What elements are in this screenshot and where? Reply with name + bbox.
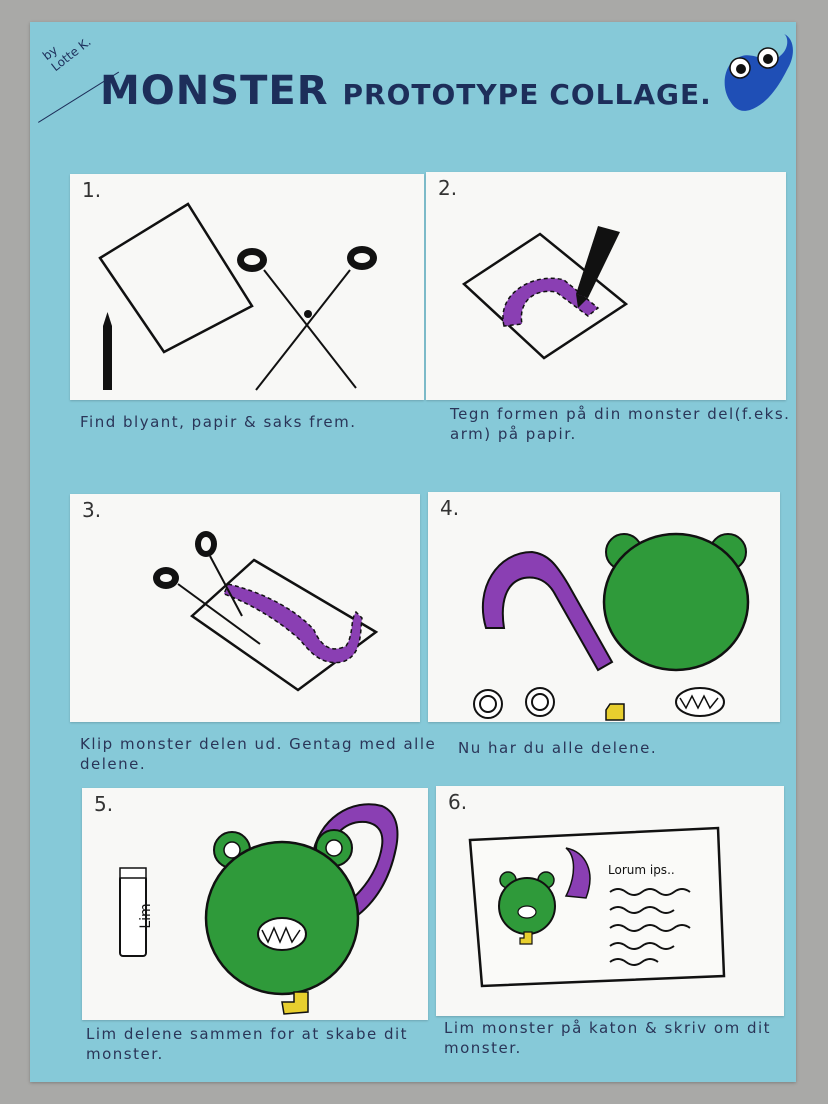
step-caption-1: Find blyant, papir & saks frem. bbox=[80, 413, 357, 431]
title-word-collage: COLLAGE. bbox=[549, 78, 712, 111]
step-card-2: 2. bbox=[426, 172, 786, 400]
monster-head-piece bbox=[602, 532, 750, 672]
step-card-1: 1. bbox=[70, 174, 424, 400]
title-word-monster: MONSTER bbox=[100, 68, 329, 114]
monster-arm-piece bbox=[481, 550, 614, 672]
step-card-4: 4. bbox=[428, 492, 780, 722]
glue-stick-icon: Lim bbox=[119, 867, 154, 957]
step-4-drawing bbox=[473, 532, 750, 721]
monster-eyes-piece bbox=[473, 687, 555, 719]
step-1-drawing bbox=[98, 202, 377, 391]
title-word-prototype: PROTOTYPE bbox=[342, 78, 540, 111]
glue-stick-label: Lim bbox=[138, 903, 154, 928]
scissors-icon bbox=[237, 246, 377, 391]
poster-title: MONSTER PROTOTYPE COLLAGE. bbox=[100, 68, 740, 138]
step-card-6: Lorum ips.. 6. bbox=[436, 786, 784, 1016]
step-number: 4. bbox=[440, 496, 460, 520]
step-caption-3: Klip monster delen ud. Gentag med alle d… bbox=[80, 735, 437, 773]
step-number: 1. bbox=[82, 178, 102, 202]
step-3-drawing bbox=[153, 531, 379, 692]
step-caption-2: Tegn formen på din monster del(f.eks. ar… bbox=[450, 405, 791, 443]
step-caption-6: Lim monster på katon & skriv om dit mons… bbox=[444, 1019, 772, 1057]
step-2-drawing bbox=[461, 226, 629, 360]
step-card-5: Lim 5. bbox=[82, 788, 428, 1020]
card-text: Lorum ips.. bbox=[608, 863, 675, 877]
step-number: 3. bbox=[82, 498, 102, 522]
monster-foot-piece bbox=[605, 703, 625, 721]
poster-board: by Lotte K. MONSTER PROTOTYPE COLLAGE. 1… bbox=[30, 22, 796, 1082]
step-5-drawing: Lim bbox=[119, 803, 399, 1015]
step-caption-5: Lim delene sammen for at skabe dit monst… bbox=[86, 1025, 409, 1063]
step-number: 2. bbox=[438, 176, 458, 200]
pencil-icon bbox=[103, 326, 112, 390]
step-caption-4: Nu har du alle delene. bbox=[458, 739, 658, 757]
monster-teeth-piece bbox=[675, 687, 725, 717]
step-number: 5. bbox=[94, 792, 114, 816]
step-6-drawing: Lorum ips.. bbox=[468, 826, 726, 988]
step-card-3: 3. bbox=[70, 494, 420, 722]
step-number: 6. bbox=[448, 790, 468, 814]
blue-monster-doodle-icon bbox=[724, 34, 793, 111]
